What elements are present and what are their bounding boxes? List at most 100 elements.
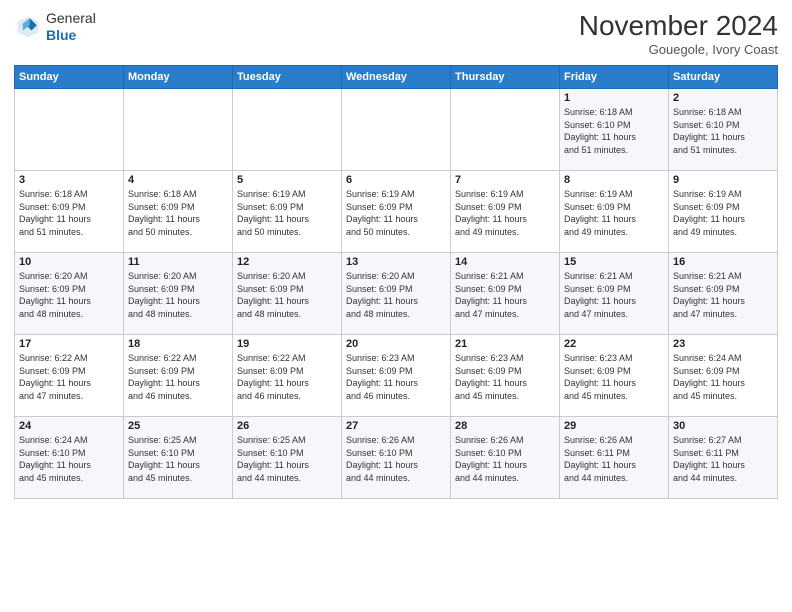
weekday-header-friday: Friday — [560, 66, 669, 89]
logo-icon — [14, 13, 42, 41]
calendar-week-2: 3 Sunrise: 6:18 AM Sunset: 6:09 PM Daylig… — [15, 171, 778, 253]
calendar-header: SundayMondayTuesdayWednesdayThursdayFrid… — [15, 66, 778, 89]
day-number: 28 — [455, 420, 555, 432]
day-info: Sunrise: 6:19 AM Sunset: 6:09 PM Dayligh… — [455, 188, 555, 238]
location: Gouegole, Ivory Coast — [579, 42, 778, 57]
calendar-cell: 2Sunrise: 6:18 AM Sunset: 6:10 PM Daylig… — [669, 89, 778, 171]
day-info: Sunrise: 6:20 AM Sunset: 6:09 PM Dayligh… — [237, 270, 337, 320]
calendar-body: 1Sunrise: 6:18 AM Sunset: 6:10 PM Daylig… — [15, 89, 778, 499]
day-number: 19 — [237, 338, 337, 350]
day-info: Sunrise: 6:21 AM Sunset: 6:09 PM Dayligh… — [564, 270, 664, 320]
calendar-cell: 15 Sunrise: 6:21 AM Sunset: 6:09 PM Dayli… — [560, 253, 669, 335]
calendar-cell: 28 Sunrise: 6:26 AM Sunset: 6:10 PM Dayli… — [451, 417, 560, 499]
day-number: 26 — [237, 420, 337, 432]
day-info: Sunrise: 6:22 AM Sunset: 6:09 PM Dayligh… — [237, 352, 337, 402]
weekday-header-sunday: Sunday — [15, 66, 124, 89]
calendar-cell — [342, 89, 451, 171]
day-info: Sunrise: 6:19 AM Sunset: 6:09 PM Dayligh… — [346, 188, 446, 238]
header: General Blue November 2024 Gouegole, Ivo… — [14, 10, 778, 57]
calendar-cell: 7 Sunrise: 6:19 AM Sunset: 6:09 PM Daylig… — [451, 171, 560, 253]
day-number: 17 — [19, 338, 119, 350]
calendar-cell: 8 Sunrise: 6:19 AM Sunset: 6:09 PM Daylig… — [560, 171, 669, 253]
day-info: Sunrise: 6:22 AM Sunset: 6:09 PM Dayligh… — [128, 352, 228, 402]
calendar-week-5: 24 Sunrise: 6:24 AM Sunset: 6:10 PM Dayli… — [15, 417, 778, 499]
calendar-cell: 3 Sunrise: 6:18 AM Sunset: 6:09 PM Daylig… — [15, 171, 124, 253]
day-number: 3 — [19, 174, 119, 186]
day-info: Sunrise: 6:19 AM Sunset: 6:09 PM Dayligh… — [237, 188, 337, 238]
calendar-cell — [233, 89, 342, 171]
day-number: 25 — [128, 420, 228, 432]
day-info: Sunrise: 6:26 AM Sunset: 6:11 PM Dayligh… — [564, 434, 664, 484]
weekday-header-thursday: Thursday — [451, 66, 560, 89]
day-info: Sunrise: 6:26 AM Sunset: 6:10 PM Dayligh… — [346, 434, 446, 484]
weekday-header-saturday: Saturday — [669, 66, 778, 89]
logo-text: General Blue — [46, 10, 96, 44]
calendar-cell: 21 Sunrise: 6:23 AM Sunset: 6:09 PM Dayli… — [451, 335, 560, 417]
calendar-cell: 20 Sunrise: 6:23 AM Sunset: 6:09 PM Dayli… — [342, 335, 451, 417]
calendar-cell — [451, 89, 560, 171]
weekday-header-tuesday: Tuesday — [233, 66, 342, 89]
day-info: Sunrise: 6:24 AM Sunset: 6:10 PM Dayligh… — [19, 434, 119, 484]
day-info: Sunrise: 6:19 AM Sunset: 6:09 PM Dayligh… — [564, 188, 664, 238]
day-info: Sunrise: 6:23 AM Sunset: 6:09 PM Dayligh… — [564, 352, 664, 402]
day-info: Sunrise: 6:20 AM Sunset: 6:09 PM Dayligh… — [19, 270, 119, 320]
weekday-header-monday: Monday — [124, 66, 233, 89]
calendar-cell: 30Sunrise: 6:27 AM Sunset: 6:11 PM Dayli… — [669, 417, 778, 499]
day-number: 15 — [564, 256, 664, 268]
calendar-cell: 16 Sunrise: 6:21 AM Sunset: 6:09 PM Dayli… — [669, 253, 778, 335]
day-number: 9 — [673, 174, 773, 186]
day-info: Sunrise: 6:22 AM Sunset: 6:09 PM Dayligh… — [19, 352, 119, 402]
day-number: 10 — [19, 256, 119, 268]
weekday-header-row: SundayMondayTuesdayWednesdayThursdayFrid… — [15, 66, 778, 89]
calendar-cell: 17 Sunrise: 6:22 AM Sunset: 6:09 PM Dayli… — [15, 335, 124, 417]
calendar-cell: 4 Sunrise: 6:18 AM Sunset: 6:09 PM Daylig… — [124, 171, 233, 253]
day-number: 20 — [346, 338, 446, 350]
calendar-cell: 27Sunrise: 6:26 AM Sunset: 6:10 PM Dayli… — [342, 417, 451, 499]
day-number: 16 — [673, 256, 773, 268]
calendar-week-4: 17 Sunrise: 6:22 AM Sunset: 6:09 PM Dayli… — [15, 335, 778, 417]
weekday-header-wednesday: Wednesday — [342, 66, 451, 89]
calendar-cell: 29 Sunrise: 6:26 AM Sunset: 6:11 PM Dayli… — [560, 417, 669, 499]
day-info: Sunrise: 6:26 AM Sunset: 6:10 PM Dayligh… — [455, 434, 555, 484]
day-number: 5 — [237, 174, 337, 186]
day-info: Sunrise: 6:20 AM Sunset: 6:09 PM Dayligh… — [346, 270, 446, 320]
day-number: 4 — [128, 174, 228, 186]
calendar-cell: 23 Sunrise: 6:24 AM Sunset: 6:09 PM Dayli… — [669, 335, 778, 417]
day-number: 6 — [346, 174, 446, 186]
day-number: 11 — [128, 256, 228, 268]
day-number: 24 — [19, 420, 119, 432]
month-title: November 2024 — [579, 10, 778, 42]
day-info: Sunrise: 6:19 AM Sunset: 6:09 PM Dayligh… — [673, 188, 773, 238]
day-number: 21 — [455, 338, 555, 350]
calendar-cell: 9 Sunrise: 6:19 AM Sunset: 6:09 PM Daylig… — [669, 171, 778, 253]
day-info: Sunrise: 6:21 AM Sunset: 6:09 PM Dayligh… — [455, 270, 555, 320]
day-number: 12 — [237, 256, 337, 268]
calendar-cell: 22Sunrise: 6:23 AM Sunset: 6:09 PM Dayli… — [560, 335, 669, 417]
day-info: Sunrise: 6:18 AM Sunset: 6:09 PM Dayligh… — [128, 188, 228, 238]
calendar-cell: 14Sunrise: 6:21 AM Sunset: 6:09 PM Dayli… — [451, 253, 560, 335]
calendar-cell: 13 Sunrise: 6:20 AM Sunset: 6:09 PM Dayli… — [342, 253, 451, 335]
day-number: 2 — [673, 92, 773, 104]
calendar-week-3: 10 Sunrise: 6:20 AM Sunset: 6:09 PM Dayli… — [15, 253, 778, 335]
calendar-week-1: 1Sunrise: 6:18 AM Sunset: 6:10 PM Daylig… — [15, 89, 778, 171]
day-number: 7 — [455, 174, 555, 186]
day-info: Sunrise: 6:18 AM Sunset: 6:09 PM Dayligh… — [19, 188, 119, 238]
calendar-cell: 12 Sunrise: 6:20 AM Sunset: 6:09 PM Dayli… — [233, 253, 342, 335]
day-number: 13 — [346, 256, 446, 268]
calendar-cell: 6 Sunrise: 6:19 AM Sunset: 6:09 PM Daylig… — [342, 171, 451, 253]
calendar-cell: 1Sunrise: 6:18 AM Sunset: 6:10 PM Daylig… — [560, 89, 669, 171]
day-info: Sunrise: 6:21 AM Sunset: 6:09 PM Dayligh… — [673, 270, 773, 320]
day-number: 23 — [673, 338, 773, 350]
day-info: Sunrise: 6:23 AM Sunset: 6:09 PM Dayligh… — [346, 352, 446, 402]
day-info: Sunrise: 6:24 AM Sunset: 6:09 PM Dayligh… — [673, 352, 773, 402]
day-info: Sunrise: 6:18 AM Sunset: 6:10 PM Dayligh… — [564, 106, 664, 156]
calendar-table: SundayMondayTuesdayWednesdayThursdayFrid… — [14, 65, 778, 499]
calendar-cell: 11Sunrise: 6:20 AM Sunset: 6:09 PM Dayli… — [124, 253, 233, 335]
day-info: Sunrise: 6:23 AM Sunset: 6:09 PM Dayligh… — [455, 352, 555, 402]
calendar-cell: 10 Sunrise: 6:20 AM Sunset: 6:09 PM Dayli… — [15, 253, 124, 335]
day-number: 29 — [564, 420, 664, 432]
day-number: 18 — [128, 338, 228, 350]
logo: General Blue — [14, 10, 96, 44]
title-block: November 2024 Gouegole, Ivory Coast — [579, 10, 778, 57]
day-number: 8 — [564, 174, 664, 186]
